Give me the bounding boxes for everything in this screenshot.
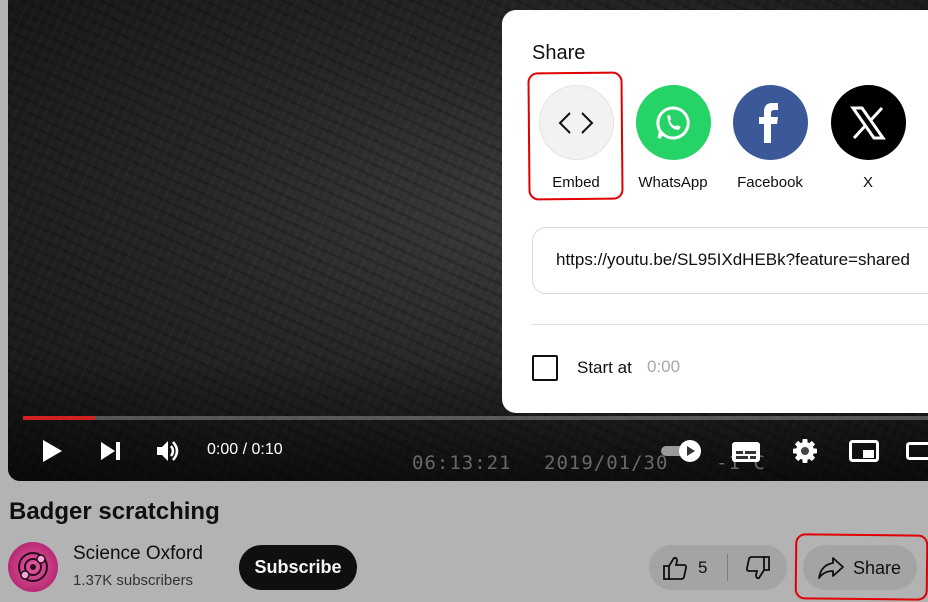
autoplay-toggle-icon <box>661 440 701 462</box>
channel-name[interactable]: Science Oxford <box>73 543 203 565</box>
time-display: 0:00 / 0:10 <box>207 441 283 458</box>
gear-icon <box>793 439 817 463</box>
dialog-divider <box>532 324 928 325</box>
channel-avatar[interactable] <box>8 542 58 592</box>
volume-icon <box>157 441 179 461</box>
miniplayer-icon <box>849 440 879 462</box>
thumbs-up-icon <box>663 556 687 580</box>
facebook-circle <box>732 85 808 160</box>
share-target-label: X <box>862 174 873 191</box>
progress-played <box>23 416 96 420</box>
share-dialog: Share Embed WhatsApp Facebook X https://… <box>502 10 928 413</box>
start-at-time-input[interactable]: 0:00 <box>647 357 680 377</box>
start-at-label: Start at <box>577 358 632 377</box>
volume-button[interactable] <box>154 436 184 466</box>
play-button[interactable] <box>38 436 66 466</box>
annotation-share-highlight <box>794 533 928 601</box>
subscriber-count: 1.37K subscribers <box>73 572 194 589</box>
share-target-facebook[interactable]: Facebook <box>725 85 815 191</box>
camera-overlay-time: 06:13:21 <box>412 452 512 474</box>
x-icon <box>850 106 886 139</box>
thumbs-down-icon <box>745 555 770 579</box>
x-circle <box>830 85 906 160</box>
share-target-label: WhatsApp <box>638 174 708 191</box>
settings-button[interactable] <box>790 436 820 466</box>
theater-mode-button[interactable] <box>906 437 928 465</box>
facebook-icon <box>759 102 778 143</box>
page: 06:13:21 2019/01/30 -1°C 0:00 / 0:10 Sha… <box>0 0 928 602</box>
whatsapp-icon <box>656 105 690 139</box>
theater-icon <box>906 442 928 460</box>
like-button[interactable]: 5 <box>649 545 727 590</box>
channel-logo-icon <box>18 552 48 582</box>
captions-icon <box>732 442 760 462</box>
share-url-text: https://youtu.be/SL95IXdHEBk?feature=sha… <box>556 250 910 269</box>
camera-overlay-date: 2019/01/30 <box>544 452 669 474</box>
subscribe-button[interactable]: Subscribe <box>239 545 357 590</box>
annotation-embed-highlight <box>527 71 624 201</box>
video-title: Badger scratching <box>9 498 220 525</box>
like-dislike-group: 5 <box>649 545 787 590</box>
captions-button[interactable] <box>730 437 762 467</box>
start-at-checkbox[interactable] <box>532 355 558 381</box>
share-target-whatsapp[interactable]: WhatsApp <box>628 85 718 191</box>
progress-bar[interactable] <box>23 416 928 420</box>
dislike-button[interactable] <box>728 545 787 590</box>
whatsapp-circle <box>635 85 711 160</box>
next-button[interactable] <box>96 436 126 466</box>
share-dialog-title: Share <box>532 42 586 64</box>
play-icon <box>43 440 62 462</box>
share-target-x[interactable]: X <box>823 85 913 191</box>
share-url-field[interactable]: https://youtu.be/SL95IXdHEBk?feature=sha… <box>532 227 928 294</box>
next-icon <box>101 442 120 460</box>
like-count: 5 <box>698 558 708 577</box>
share-target-label: Facebook <box>737 174 803 191</box>
autoplay-toggle[interactable] <box>658 438 704 464</box>
miniplayer-button[interactable] <box>848 437 880 465</box>
